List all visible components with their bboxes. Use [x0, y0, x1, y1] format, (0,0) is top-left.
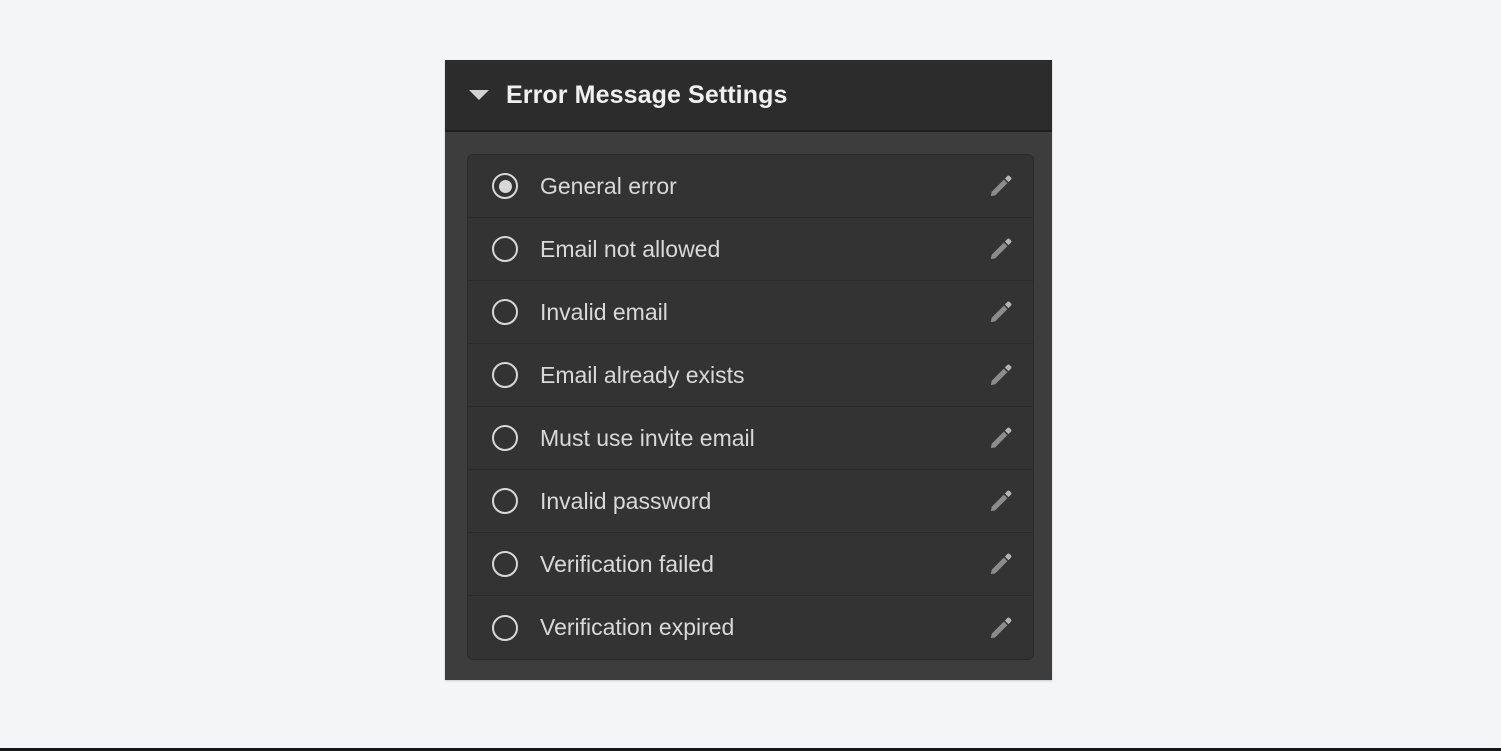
list-item-label: Invalid email	[540, 298, 668, 325]
pencil-icon[interactable]	[987, 361, 1015, 389]
triangle-down-icon[interactable]	[469, 90, 489, 100]
pencil-icon[interactable]	[987, 172, 1015, 200]
radio-button[interactable]	[492, 299, 518, 325]
radio-button[interactable]	[492, 362, 518, 388]
list-item-label: Invalid password	[540, 487, 712, 514]
page-title: Error Message Settings	[506, 80, 788, 109]
radio-button[interactable]	[492, 425, 518, 451]
radio-button[interactable]	[492, 173, 518, 199]
radio-button[interactable]	[492, 551, 518, 577]
pencil-icon[interactable]	[987, 298, 1015, 326]
list-item-label: Verification failed	[540, 550, 714, 577]
list-item[interactable]: Invalid password	[468, 470, 1033, 533]
list-item-label: Email not allowed	[540, 235, 721, 262]
pencil-icon[interactable]	[987, 424, 1015, 452]
radio-button[interactable]	[492, 488, 518, 514]
error-message-list: General error Email not allowed Invalid …	[467, 154, 1034, 660]
list-item[interactable]: Email already exists	[468, 344, 1033, 407]
radio-dot	[498, 179, 512, 193]
pencil-icon[interactable]	[987, 487, 1015, 515]
radio-button[interactable]	[492, 236, 518, 262]
list-item-label: Verification expired	[540, 614, 735, 640]
panel-header[interactable]: Error Message Settings	[445, 60, 1052, 132]
radio-button[interactable]	[492, 614, 518, 641]
list-item-label: Must use invite email	[540, 424, 755, 451]
pencil-icon[interactable]	[987, 235, 1015, 263]
list-item[interactable]: General error	[468, 155, 1033, 218]
list-item[interactable]: Verification failed	[468, 533, 1033, 596]
pencil-icon[interactable]	[987, 614, 1015, 642]
list-item[interactable]: Invalid email	[468, 281, 1033, 344]
list-item[interactable]: Must use invite email	[468, 407, 1033, 470]
error-message-settings-panel: Error Message Settings General error Ema…	[445, 60, 1052, 680]
pencil-icon[interactable]	[987, 550, 1015, 578]
list-item[interactable]: Email not allowed	[468, 218, 1033, 281]
list-item-label: General error	[540, 172, 677, 199]
list-item-label: Email already exists	[540, 361, 745, 388]
list-item[interactable]: Verification expired	[468, 596, 1033, 659]
